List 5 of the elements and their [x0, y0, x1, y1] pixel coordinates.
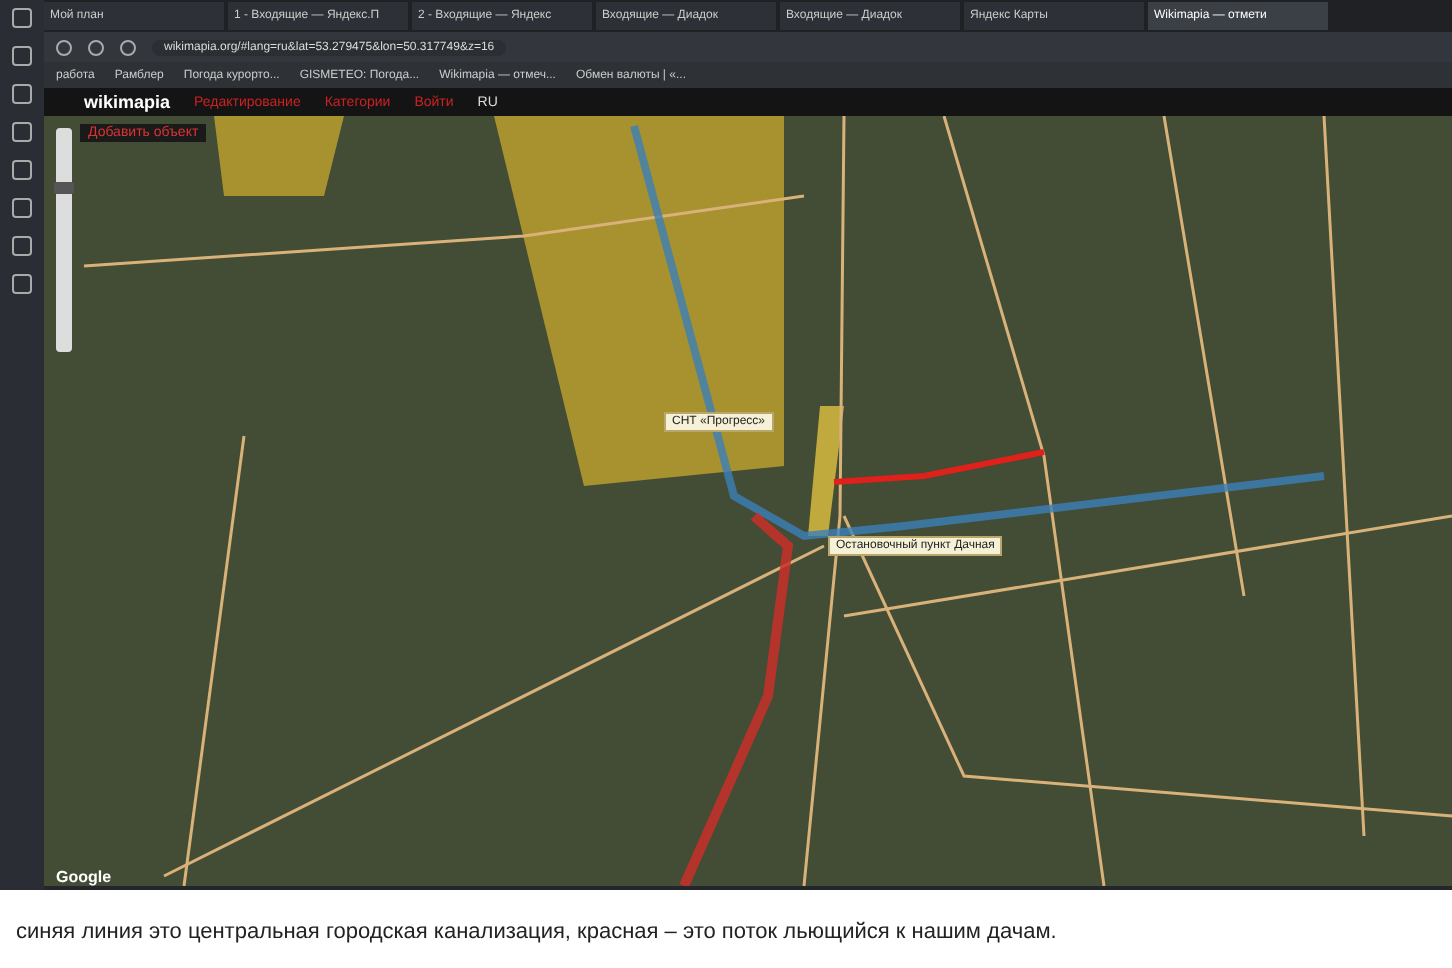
- zoom-slider-thumb[interactable]: [54, 181, 74, 193]
- caption-text: синяя линия это центральная городская канализация, красная – это поток льющийся к нашим дачам.: [16, 920, 1059, 944]
- wikimapia-logo[interactable]: wikimapia: [84, 92, 171, 112]
- area-highlight: [808, 406, 844, 536]
- google-attribution: Google: [56, 868, 112, 886]
